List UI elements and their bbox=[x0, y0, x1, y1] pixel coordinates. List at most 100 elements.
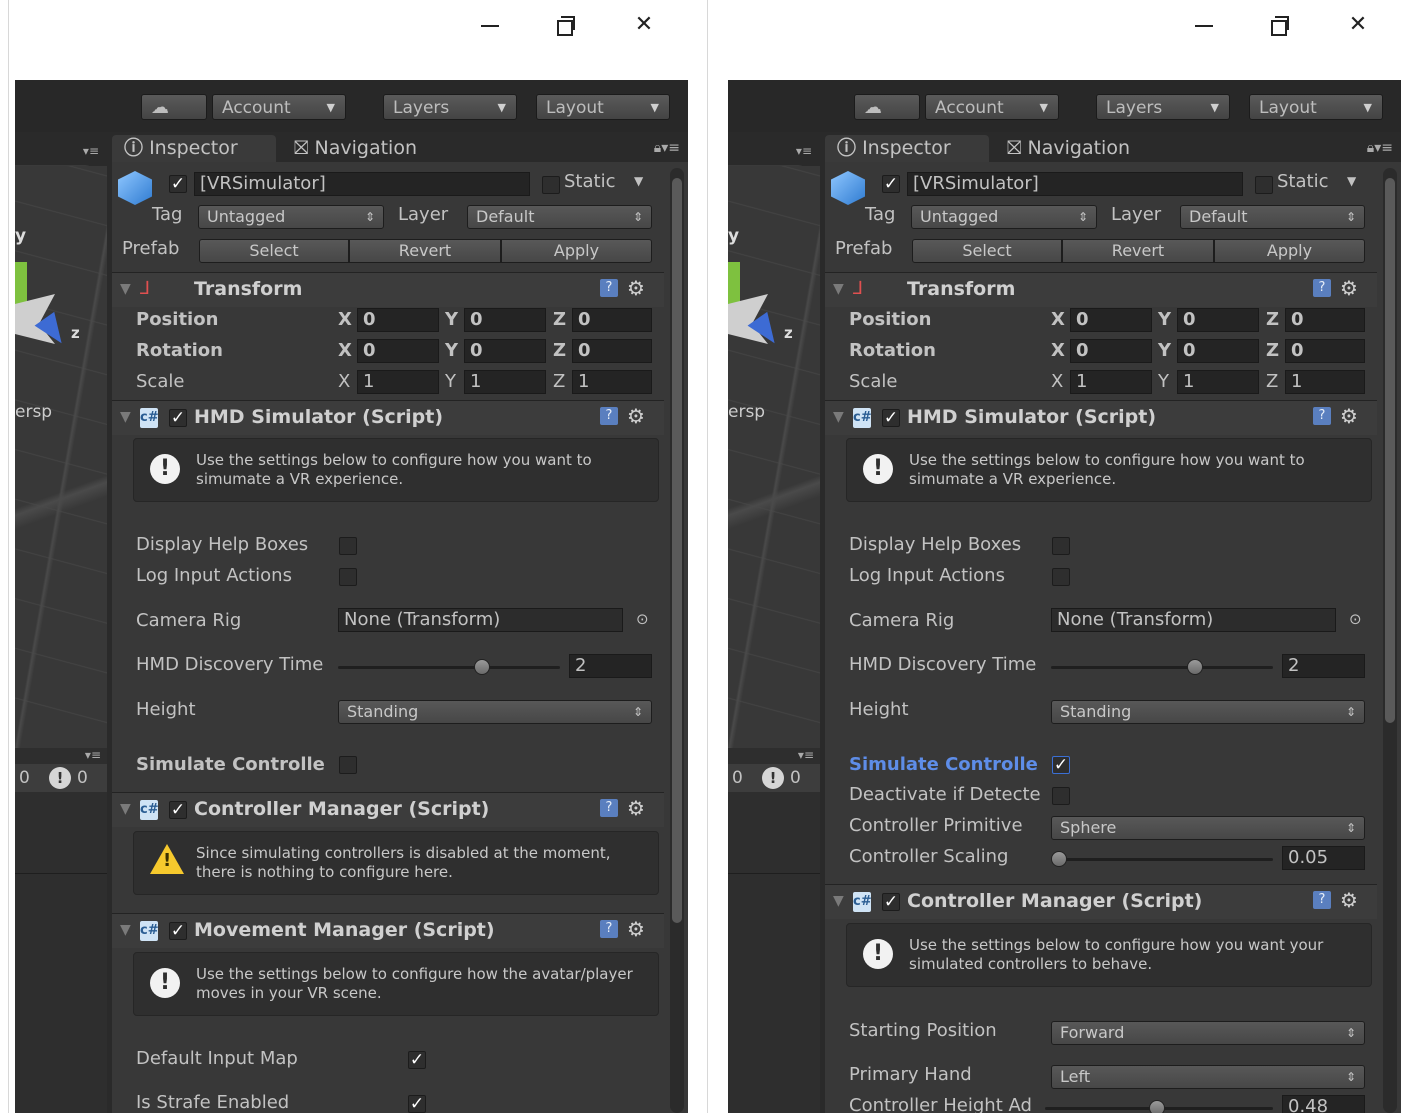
prefab-select-button[interactable]: Select bbox=[912, 239, 1062, 263]
static-checkbox[interactable] bbox=[542, 176, 560, 194]
tag-dropdown[interactable]: Untagged ⇕ bbox=[911, 205, 1097, 229]
prefab-apply-button[interactable]: Apply bbox=[1214, 239, 1365, 263]
controller-scaling-field[interactable]: 0.05 bbox=[1282, 846, 1365, 870]
maximize-button[interactable] bbox=[1265, 10, 1295, 40]
foldout-arrow-icon[interactable]: ▼ bbox=[120, 922, 131, 938]
tab-navigation[interactable]: ⛝ Navigation bbox=[282, 135, 442, 162]
object-name-input[interactable]: [VRSimulator] bbox=[194, 172, 530, 196]
active-checkbox[interactable]: ✓ bbox=[882, 175, 900, 193]
help-icon[interactable]: ? bbox=[1313, 407, 1331, 425]
height-dropdown[interactable]: Standing ⇕ bbox=[338, 700, 652, 724]
help-icon[interactable]: ? bbox=[600, 920, 618, 938]
layers-dropdown[interactable]: Layers ▼ bbox=[1096, 94, 1230, 120]
simulate-controllers-checkbox[interactable] bbox=[339, 756, 357, 774]
perspective-label[interactable]: ersp bbox=[728, 402, 765, 422]
controller-manager-header[interactable]: ▼ c# ✓ Controller Manager (Script) ? ⚙ bbox=[825, 884, 1377, 919]
hmd-discovery-slider-knob[interactable] bbox=[474, 659, 490, 675]
camera-rig-field[interactable]: None (Transform) bbox=[1051, 608, 1336, 632]
help-icon[interactable]: ? bbox=[1313, 891, 1331, 909]
perspective-label[interactable]: ersp bbox=[15, 402, 52, 422]
scale-x-field[interactable]: 1 bbox=[357, 370, 439, 394]
active-checkbox[interactable]: ✓ bbox=[169, 175, 187, 193]
rotation-z-field[interactable]: 0 bbox=[1285, 339, 1365, 363]
scrollbar-thumb[interactable] bbox=[672, 178, 682, 923]
panel-menu-icon[interactable]: ▾≡ bbox=[796, 144, 812, 158]
object-picker-icon[interactable]: ⊙ bbox=[1349, 610, 1362, 628]
controller-primitive-dropdown[interactable]: Sphere ⇕ bbox=[1051, 816, 1365, 840]
tab-inspector[interactable]: ⓘ Inspector bbox=[112, 135, 276, 162]
position-y-field[interactable]: 0 bbox=[464, 308, 546, 332]
static-checkbox[interactable] bbox=[1255, 176, 1273, 194]
lock-icon[interactable]: 🔒︎▾≡ bbox=[1367, 140, 1393, 156]
transform-header[interactable]: ▼ ⅃ Transform ? ⚙ bbox=[112, 272, 664, 307]
controller-enabled-checkbox[interactable]: ✓ bbox=[882, 893, 900, 911]
prefab-select-button[interactable]: Select bbox=[199, 239, 349, 263]
tab-navigation[interactable]: ⛝ Navigation bbox=[995, 135, 1155, 162]
height-dropdown[interactable]: Standing ⇕ bbox=[1051, 700, 1365, 724]
position-z-field[interactable]: 0 bbox=[572, 308, 652, 332]
primary-hand-dropdown[interactable]: Left ⇕ bbox=[1051, 1065, 1365, 1089]
object-picker-icon[interactable]: ⊙ bbox=[636, 610, 649, 628]
hmd-simulator-header[interactable]: ▼ c# ✓ HMD Simulator (Script) ? ⚙ bbox=[825, 400, 1377, 435]
controller-enabled-checkbox[interactable]: ✓ bbox=[169, 801, 187, 819]
cloud-button[interactable]: ☁ bbox=[854, 94, 920, 120]
log-count[interactable]: 0 bbox=[19, 768, 30, 788]
close-button[interactable]: ✕ bbox=[629, 10, 659, 40]
scale-x-field[interactable]: 1 bbox=[1070, 370, 1152, 394]
scale-y-field[interactable]: 1 bbox=[464, 370, 546, 394]
log-count[interactable]: 0 bbox=[732, 768, 743, 788]
hmd-discovery-slider-track[interactable] bbox=[1051, 666, 1273, 669]
foldout-arrow-icon[interactable]: ▼ bbox=[120, 409, 131, 425]
hmd-enabled-checkbox[interactable]: ✓ bbox=[882, 409, 900, 427]
gear-icon[interactable]: ⚙ bbox=[627, 404, 645, 428]
hmd-discovery-field[interactable]: 2 bbox=[1282, 654, 1365, 678]
deactivate-checkbox[interactable] bbox=[1052, 787, 1070, 805]
simulate-controllers-checkbox[interactable]: ✓ bbox=[1052, 756, 1070, 774]
position-x-field[interactable]: 0 bbox=[357, 308, 439, 332]
controller-scaling-slider-track[interactable] bbox=[1051, 858, 1273, 861]
foldout-arrow-icon[interactable]: ▼ bbox=[833, 893, 844, 909]
gear-icon[interactable]: ⚙ bbox=[1340, 404, 1358, 428]
display-help-checkbox[interactable] bbox=[339, 537, 357, 555]
hmd-discovery-slider-track[interactable] bbox=[338, 666, 560, 669]
gear-icon[interactable]: ⚙ bbox=[627, 796, 645, 820]
controller-scaling-slider-knob[interactable] bbox=[1051, 851, 1067, 867]
hmd-simulator-header[interactable]: ▼ c# ✓ HMD Simulator (Script) ? ⚙ bbox=[112, 400, 664, 435]
inspector-scrollbar[interactable] bbox=[1383, 168, 1397, 1113]
layer-dropdown[interactable]: Default ⇕ bbox=[1180, 205, 1365, 229]
rotation-x-field[interactable]: 0 bbox=[357, 339, 439, 363]
cloud-button[interactable]: ☁ bbox=[141, 94, 207, 120]
rotation-y-field[interactable]: 0 bbox=[1177, 339, 1259, 363]
inspector-scrollbar[interactable] bbox=[670, 168, 684, 1113]
default-input-checkbox[interactable]: ✓ bbox=[408, 1051, 426, 1069]
display-help-checkbox[interactable] bbox=[1052, 537, 1070, 555]
hmd-enabled-checkbox[interactable]: ✓ bbox=[169, 409, 187, 427]
scene-view[interactable]: y z ersp bbox=[15, 166, 107, 846]
layout-dropdown[interactable]: Layout ▼ bbox=[536, 94, 670, 120]
static-dropdown-arrow-icon[interactable]: ▼ bbox=[634, 174, 643, 188]
help-icon[interactable]: ? bbox=[1313, 279, 1331, 297]
layers-dropdown[interactable]: Layers ▼ bbox=[383, 94, 517, 120]
controller-height-slider-knob[interactable] bbox=[1149, 1100, 1165, 1113]
help-icon[interactable]: ? bbox=[600, 407, 618, 425]
position-x-field[interactable]: 0 bbox=[1070, 308, 1152, 332]
layer-dropdown[interactable]: Default ⇕ bbox=[467, 205, 652, 229]
panel-menu-icon[interactable]: ▾≡ bbox=[83, 144, 99, 158]
close-button[interactable]: ✕ bbox=[1343, 10, 1373, 40]
camera-rig-field[interactable]: None (Transform) bbox=[338, 608, 623, 632]
position-z-field[interactable]: 0 bbox=[1285, 308, 1365, 332]
error-icon[interactable]: ! bbox=[762, 767, 784, 789]
foldout-arrow-icon[interactable]: ▼ bbox=[120, 281, 131, 297]
scale-z-field[interactable]: 1 bbox=[572, 370, 652, 394]
foldout-arrow-icon[interactable]: ▼ bbox=[833, 409, 844, 425]
panel-menu-icon[interactable]: ▾≡ bbox=[798, 748, 814, 762]
scrollbar-thumb[interactable] bbox=[1385, 178, 1395, 723]
gear-icon[interactable]: ⚙ bbox=[627, 276, 645, 300]
account-dropdown[interactable]: Account ▼ bbox=[925, 94, 1059, 120]
transform-header[interactable]: ▼ ⅃ Transform ? ⚙ bbox=[825, 272, 1377, 307]
error-count[interactable]: 0 bbox=[790, 768, 801, 788]
log-input-checkbox[interactable] bbox=[1052, 568, 1070, 586]
maximize-button[interactable] bbox=[551, 10, 581, 40]
tab-inspector[interactable]: ⓘ Inspector bbox=[825, 135, 989, 162]
gear-icon[interactable]: ⚙ bbox=[1340, 888, 1358, 912]
